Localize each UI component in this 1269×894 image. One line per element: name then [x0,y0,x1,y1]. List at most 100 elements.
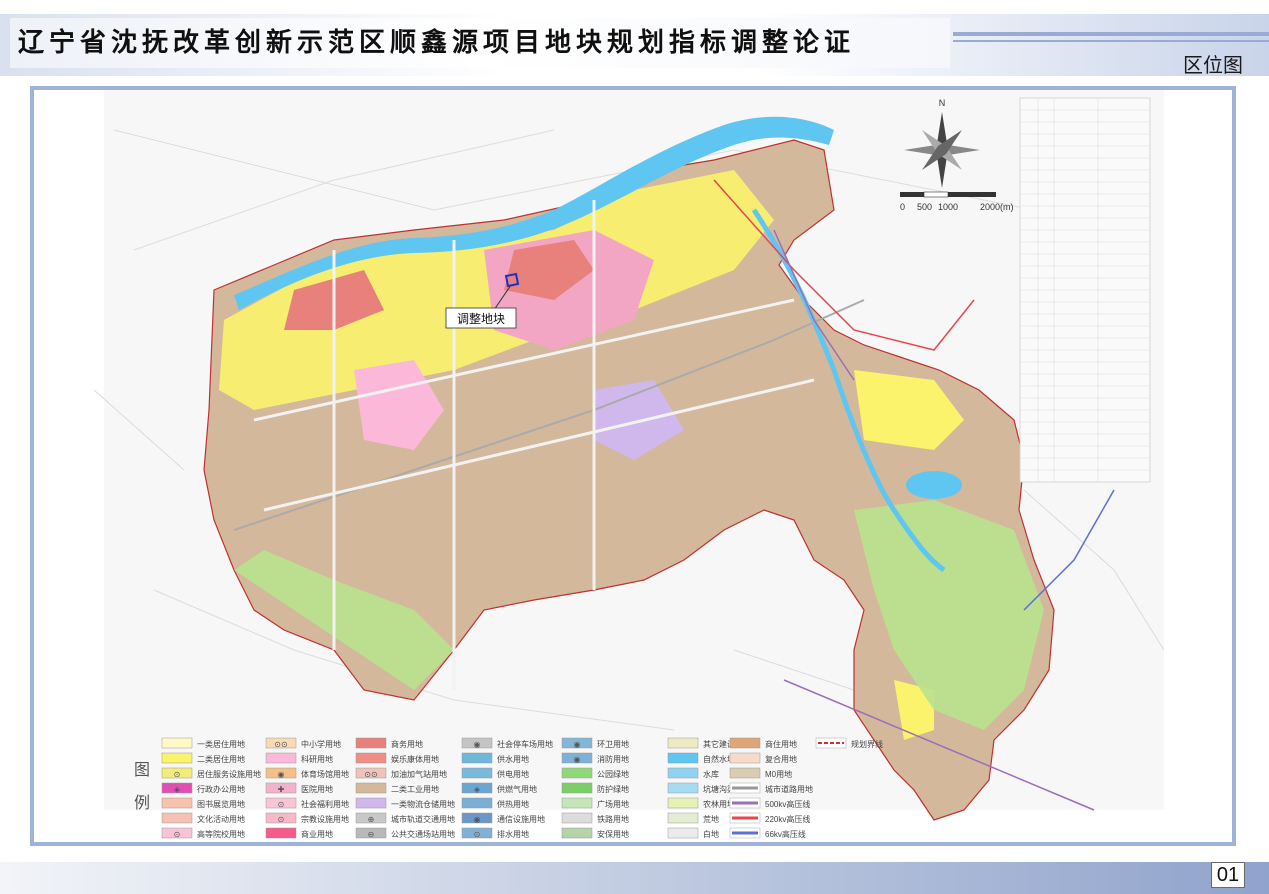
legend-swatch [161,752,193,764]
legend-label: 宗教设施用地 [301,814,349,824]
legend-symbol-icon: ⊙ [278,815,285,824]
legend-item: 66kv高压线 [729,827,806,839]
legend-label: 文化活动用地 [197,814,245,824]
legend-swatch [561,827,593,839]
legend-label: 防护绿地 [597,784,629,794]
legend-swatch [561,782,593,794]
legend-swatch [561,767,593,779]
legend-swatch [667,782,699,794]
legend-label: 体育场馆用地 [301,769,349,779]
legend-label: 居住服务设施用地 [197,769,261,779]
footer-band [0,862,1269,894]
legend-item: 铁路用地 [561,812,629,824]
legend-symbol-icon: ⊕ [368,815,375,824]
legend-swatch [667,812,699,824]
legend-label: 娱乐康体用地 [391,754,439,764]
legend-item: 二类居住用地 [161,752,245,764]
lake [906,471,962,499]
legend-swatch [729,767,761,779]
legend-item: 娱乐康体用地 [355,752,439,764]
legend-label: 水库 [703,769,719,779]
header-stripe [953,32,1269,36]
legend-item: 图书展览用地 [161,797,245,809]
section-label: 区位图 [1183,55,1243,77]
legend-swatch [355,752,387,764]
legend-label: 供燃气用地 [497,784,537,794]
legend-symbol-icon: ◈ [474,785,481,794]
legend-item: 一类物流仓储用地 [355,797,455,809]
legend-swatch [667,797,699,809]
legend-item: ⊙ 高等院校用地 [161,827,245,839]
legend-item: ⊕ 城市轨道交通用地 [355,812,455,824]
legend-swatch [265,827,297,839]
legend-item: 白地 [667,827,719,839]
legend-label: 220kv高压线 [765,814,810,824]
legend-symbol-icon: ✚ [278,785,285,794]
legend-item: ◉ 体育场馆用地 [265,767,349,779]
legend-label: 环卫用地 [597,739,629,749]
legend-label: 中小学用地 [301,739,341,749]
legend-symbol-icon: ⊙⊙ [364,770,377,779]
legend-label: 科研用地 [301,754,333,764]
legend-swatch [355,797,387,809]
legend-swatch [461,767,493,779]
legend-symbol-icon: ⊖ [368,830,375,839]
legend-label: 一类物流仓储用地 [391,799,455,809]
legend-label: 安保用地 [597,829,629,839]
legend-swatch [561,797,593,809]
legend-item: 220kv高压线 [729,812,810,824]
legend-label: 广场用地 [597,799,629,809]
legend-label: 消防用地 [597,754,629,764]
legend-title-char: 例 [134,794,150,812]
legend-item: ⊙ 居住服务设施用地 [161,767,261,779]
legend-swatch [667,737,699,749]
legend-label: 公园绿地 [597,769,629,779]
legend-label: 医院用地 [301,784,333,794]
legend-item: 二类工业用地 [355,782,439,794]
legend-symbol-icon: ⊙ [278,800,285,809]
legend-label: 城市轨道交通用地 [391,814,455,824]
legend-label: 66kv高压线 [765,829,806,839]
legend-label: 高等院校用地 [197,829,245,839]
legend-item: ⊖ 公共交通场站用地 [355,827,455,839]
legend-item: 文化活动用地 [161,812,245,824]
header-stripe [953,40,1269,42]
legend-label: 500kv高压线 [765,799,810,809]
legend-symbol-icon: ◉ [278,770,285,779]
legend-title-char: 图 [134,762,150,779]
legend-label: 城市道路用地 [765,784,813,794]
map-frame: 调整地块 N 0 500 1000 2000(m) 图 例 一类居住用地 二类居住… [30,86,1236,846]
legend-label: M0用地 [765,769,792,779]
legend-label: 供热用地 [497,799,529,809]
legend-symbol-icon: ⊙ [474,830,481,839]
legend-swatch [667,767,699,779]
legend-swatch [161,737,193,749]
legend-item: 500kv高压线 [729,797,810,809]
legend-item: ⊙ 社会福利用地 [265,797,349,809]
legend-label: 复合用地 [765,754,797,764]
legend-item: 安保用地 [561,827,629,839]
north-label: N [939,98,946,108]
legend-item: 荒地 [667,812,719,824]
legend-label: 二类居住用地 [197,754,245,764]
legend-item: 水库 [667,767,719,779]
legend-symbol-icon: ⊙⊙ [274,740,287,749]
legend-symbol-icon: ◉ [574,740,581,749]
page-title: 辽宁省沈抚改革创新示范区顺鑫源项目地块规划指标调整论证 [18,28,856,58]
legend-swatch [667,752,699,764]
legend-label: 铁路用地 [597,814,629,824]
legend-swatch [461,797,493,809]
legend-symbol-icon: ⊙ [174,770,181,779]
legend-swatch [161,812,193,824]
legend-label: 规划界线 [851,739,883,749]
legend-symbol-icon: ◈ [174,785,181,794]
legend-item: ◉ 社会停车场用地 [461,737,553,749]
legend-label: 供水用地 [497,754,529,764]
legend-swatch [667,827,699,839]
legend-label: 加油加气站用地 [391,769,447,779]
legend-label: 供电用地 [497,769,529,779]
legend-swatch [355,737,387,749]
legend-swatch [355,782,387,794]
legend-item: ◉ 通信设施用地 [461,812,545,824]
legend-label: 社会福利用地 [301,799,349,809]
